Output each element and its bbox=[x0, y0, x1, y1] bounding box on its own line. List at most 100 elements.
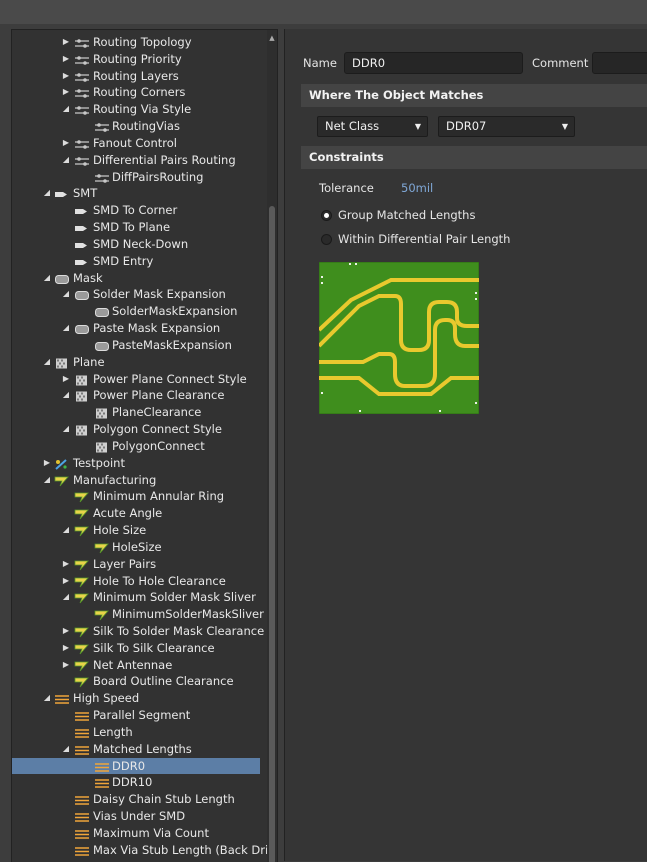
tree-item[interactable]: PolygonConnect bbox=[12, 438, 267, 455]
tree-item-label: RoutingVias bbox=[112, 119, 180, 134]
tree-item[interactable]: ▶ Hole To Hole Clearance bbox=[12, 573, 267, 590]
expand-arrow-icon[interactable]: ◢ bbox=[61, 589, 71, 606]
tree-item[interactable]: ▶ Silk To Solder Mask Clearance bbox=[12, 623, 267, 640]
expand-arrow-icon[interactable]: ◢ bbox=[61, 320, 71, 337]
tree-item[interactable]: Max Via Stub Length (Back Dril bbox=[12, 842, 271, 859]
scroll-up-arrow-icon[interactable]: ▲ bbox=[268, 34, 276, 42]
collapse-arrow-icon[interactable]: ▶ bbox=[61, 623, 71, 640]
collapse-arrow-icon[interactable]: ▶ bbox=[61, 371, 71, 388]
tree-item[interactable]: HoleSize bbox=[12, 539, 267, 556]
manufacturing-icon bbox=[74, 576, 90, 587]
tree-item[interactable]: ◢ Solder Mask Expansion bbox=[12, 286, 267, 303]
routing-icon bbox=[74, 87, 90, 99]
collapse-arrow-icon[interactable]: ▶ bbox=[61, 640, 71, 657]
manufacturing-icon bbox=[54, 475, 70, 486]
tree-item[interactable]: Length bbox=[12, 724, 267, 741]
tree-item[interactable]: ◢ Mask bbox=[12, 270, 267, 287]
tree-item-label: Hole Size bbox=[93, 523, 147, 538]
tree-item[interactable]: RoutingVias bbox=[12, 118, 267, 135]
tree-item[interactable]: ▶ Fanout Control bbox=[12, 135, 267, 152]
tolerance-value[interactable]: 50mil bbox=[401, 181, 433, 195]
name-field[interactable]: DDR0 bbox=[344, 52, 523, 74]
tree-item-label: Power Plane Connect Style bbox=[93, 371, 247, 386]
collapse-arrow-icon[interactable]: ▶ bbox=[61, 34, 71, 51]
rules-tree: ▶ Routing Topology ▶ Routing Priority ▶ Routi… bbox=[12, 34, 271, 859]
tree-item[interactable]: Daisy Chain Stub Length bbox=[12, 791, 267, 808]
tree-item[interactable]: ▶ Routing Layers bbox=[12, 68, 267, 85]
tree-item[interactable]: ▶ Silk To Silk Clearance bbox=[12, 640, 267, 657]
scrollbar-thumb[interactable] bbox=[269, 206, 275, 862]
tree-item[interactable]: ▶ Testpoint bbox=[12, 455, 267, 472]
scope-type-dropdown[interactable]: Net Class ▼ bbox=[317, 116, 428, 137]
collapse-arrow-icon[interactable]: ▶ bbox=[42, 455, 52, 472]
within-diff-pair-radio[interactable] bbox=[321, 234, 332, 245]
tree-item[interactable]: ▶ Power Plane Connect Style bbox=[12, 371, 267, 388]
expand-arrow-icon[interactable]: ◢ bbox=[61, 152, 71, 169]
tree-item[interactable]: Vias Under SMD bbox=[12, 808, 267, 825]
tree-item[interactable]: SMD To Corner bbox=[12, 202, 267, 219]
tree-item-label: Power Plane Clearance bbox=[93, 388, 225, 403]
tree-item[interactable]: Minimum Annular Ring bbox=[12, 488, 267, 505]
routing-icon bbox=[74, 155, 90, 166]
tree-item[interactable]: MinimumSolderMaskSliver bbox=[12, 606, 267, 623]
tree-item[interactable]: ◢ Routing Via Style bbox=[12, 101, 267, 118]
tree-item[interactable]: SolderMaskExpansion bbox=[12, 303, 267, 320]
scope-type-value: Net Class bbox=[325, 119, 380, 133]
tree-item[interactable]: Board Outline Clearance bbox=[12, 673, 267, 690]
tree-item[interactable]: ◢ High Speed bbox=[12, 690, 267, 707]
expand-arrow-icon[interactable]: ◢ bbox=[61, 387, 71, 404]
tree-item[interactable]: Parallel Segment bbox=[12, 707, 267, 724]
collapse-arrow-icon[interactable]: ▶ bbox=[61, 68, 71, 85]
tree-item[interactable]: SMD To Plane bbox=[12, 219, 267, 236]
tree-item[interactable]: ◢ Manufacturing bbox=[12, 472, 267, 489]
collapse-arrow-icon[interactable]: ▶ bbox=[61, 51, 71, 68]
comment-field[interactable] bbox=[592, 52, 647, 74]
tree-item[interactable]: ◢ SMT bbox=[12, 185, 267, 202]
expand-arrow-icon[interactable]: ◢ bbox=[61, 421, 71, 438]
name-label: Name bbox=[303, 56, 337, 70]
tree-item[interactable]: DiffPairsRouting bbox=[12, 169, 267, 186]
tree-item[interactable]: ◢ Plane bbox=[12, 354, 267, 371]
tree-item[interactable]: ◢ Differential Pairs Routing bbox=[12, 152, 267, 169]
expand-arrow-icon[interactable]: ◢ bbox=[61, 101, 71, 118]
tree-item[interactable]: ◢ Matched Lengths bbox=[12, 741, 267, 758]
group-matched-lengths-radio[interactable] bbox=[321, 210, 332, 221]
expand-arrow-icon[interactable]: ◢ bbox=[42, 185, 52, 202]
collapse-arrow-icon[interactable]: ▶ bbox=[61, 84, 71, 101]
expand-arrow-icon[interactable]: ◢ bbox=[61, 286, 71, 303]
tree-item[interactable]: ▶ Layer Pairs bbox=[12, 556, 267, 573]
collapse-arrow-icon[interactable]: ▶ bbox=[61, 657, 71, 674]
tree-item[interactable]: SMD Neck-Down bbox=[12, 236, 267, 253]
tree-item-label: PolygonConnect bbox=[112, 438, 205, 453]
tree-item[interactable]: DDR10 bbox=[12, 774, 267, 791]
collapse-arrow-icon[interactable]: ▶ bbox=[61, 556, 71, 573]
collapse-arrow-icon[interactable]: ▶ bbox=[61, 573, 71, 590]
tree-scrollbar[interactable]: ▲ bbox=[267, 30, 277, 862]
tree-item[interactable]: ◢ Paste Mask Expansion bbox=[12, 320, 267, 337]
tree-item[interactable]: ▶ Routing Topology bbox=[12, 34, 267, 51]
tree-item[interactable]: ◢ Power Plane Clearance bbox=[12, 387, 267, 404]
expand-arrow-icon[interactable]: ◢ bbox=[42, 472, 52, 489]
tree-item[interactable]: ◢ Hole Size bbox=[12, 522, 267, 539]
expand-arrow-icon[interactable]: ◢ bbox=[61, 741, 71, 758]
tree-item[interactable]: ▶ Routing Corners bbox=[12, 84, 267, 101]
tree-item[interactable]: Acute Angle bbox=[12, 505, 267, 522]
tree-item[interactable]: ◢ Minimum Solder Mask Sliver bbox=[12, 589, 267, 606]
tree-item[interactable]: SMD Entry bbox=[12, 253, 267, 270]
tree-item[interactable]: ▶ Net Antennae bbox=[12, 657, 267, 674]
tree-item[interactable]: PasteMaskExpansion bbox=[12, 337, 267, 354]
tree-item[interactable]: ◢ Polygon Connect Style bbox=[12, 421, 267, 438]
tree-item[interactable]: DDR0 bbox=[12, 757, 260, 775]
scope-object-dropdown[interactable]: DDR07 ▼ bbox=[438, 116, 575, 137]
tree-item[interactable]: Maximum Via Count bbox=[12, 825, 267, 842]
expand-arrow-icon[interactable]: ◢ bbox=[42, 270, 52, 287]
expand-arrow-icon[interactable]: ◢ bbox=[42, 690, 52, 707]
collapse-arrow-icon[interactable]: ▶ bbox=[61, 135, 71, 152]
tree-item[interactable]: ▶ Routing Priority bbox=[12, 51, 267, 68]
manufacturing-icon bbox=[94, 542, 110, 554]
tree-item[interactable]: PlaneClearance bbox=[12, 404, 267, 421]
tree-item-label: MinimumSolderMaskSliver bbox=[112, 607, 264, 622]
expand-arrow-icon[interactable]: ◢ bbox=[61, 522, 71, 539]
expand-arrow-icon[interactable]: ◢ bbox=[42, 354, 52, 371]
high-speed-icon bbox=[94, 777, 110, 789]
